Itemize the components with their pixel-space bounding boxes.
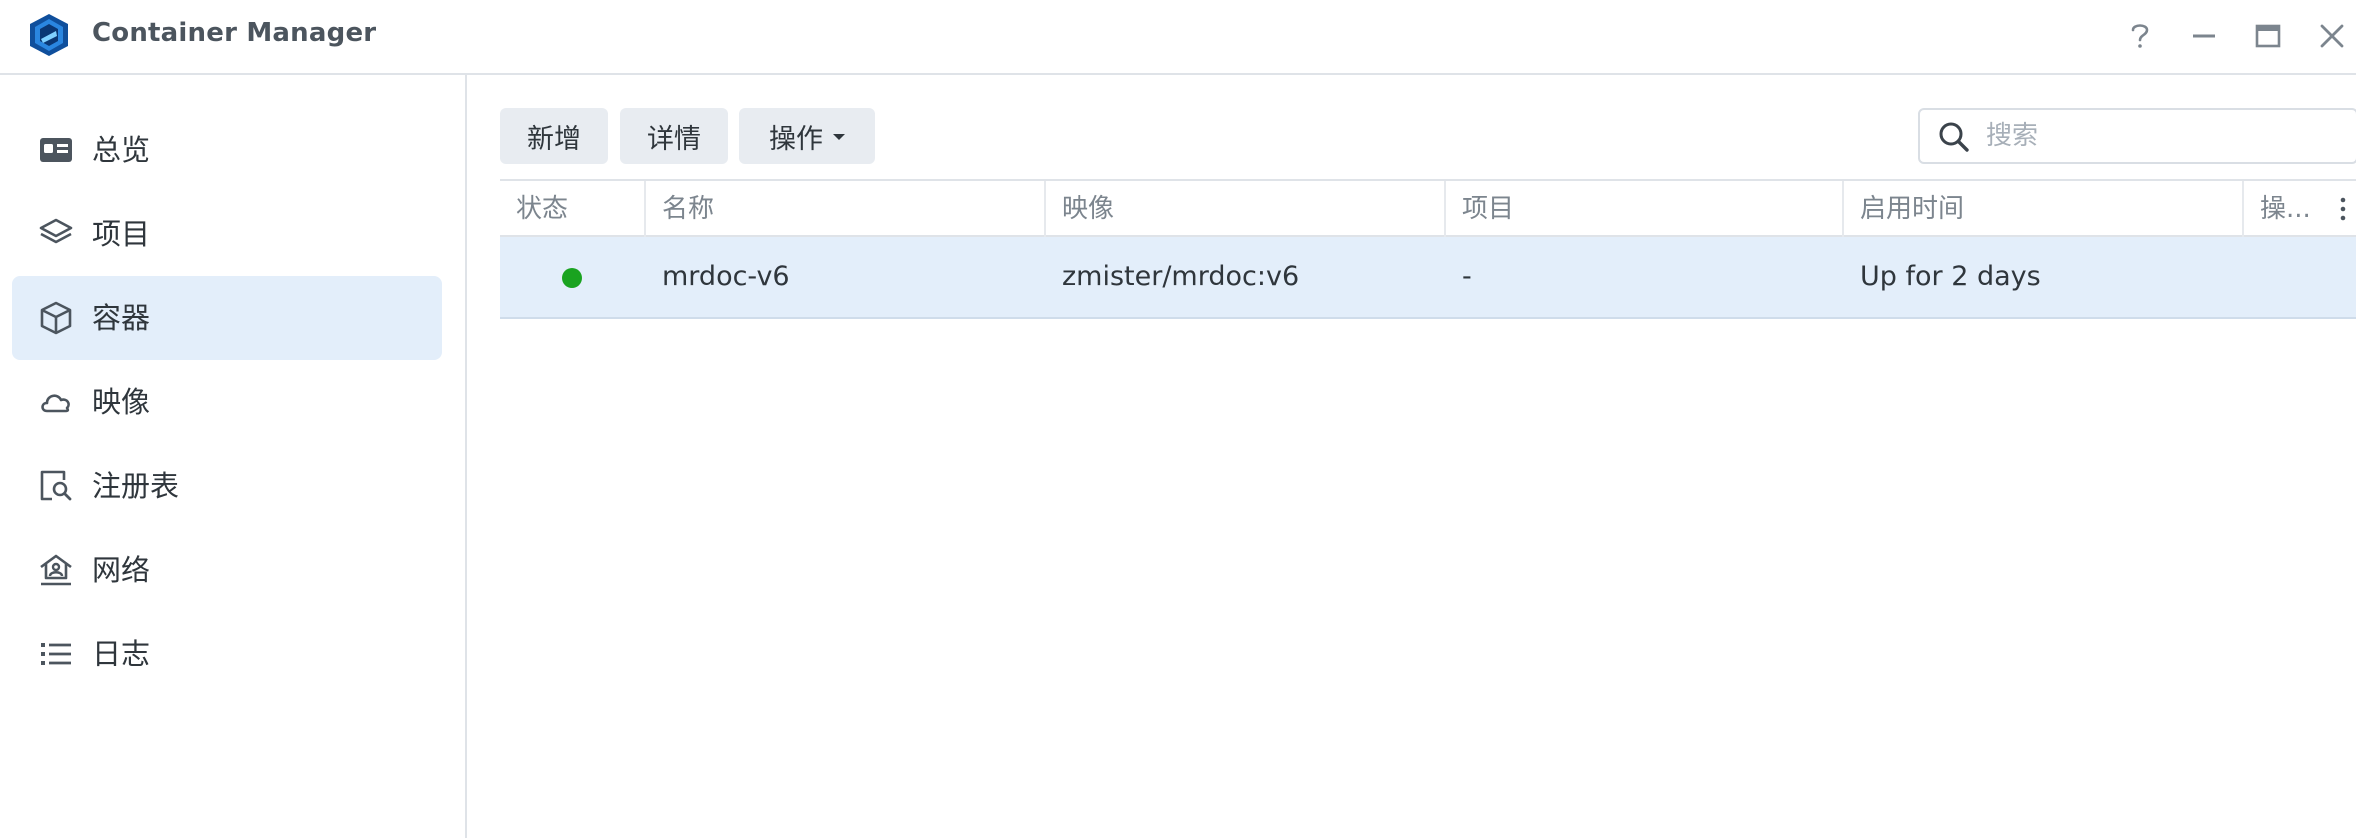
help-icon[interactable] [2120,16,2160,56]
sidebar-item-network[interactable]: 网络 [12,528,442,612]
sidebar-item-label: 日志 [92,637,151,671]
search-input[interactable] [1984,116,2344,156]
uptime-cell: Up for 2 days [1860,261,2041,292]
close-icon[interactable] [2312,16,2352,56]
image-cell: zmister/mrdoc:v6 [1062,261,1300,292]
sidebar-item-registry[interactable]: 注册表 [12,444,442,528]
app-title: Container Manager [92,18,377,48]
sidebar-item-containers[interactable]: 容器 [12,276,442,360]
project-cell: - [1462,261,1472,292]
caret-down-icon [833,134,845,140]
cloud-icon [38,384,74,420]
sidebar-item-label: 项目 [92,217,151,251]
column-header-project[interactable]: 项目 [1446,181,1842,237]
list-icon [38,636,74,672]
container-manager-logo-icon [26,12,72,58]
status-running-indicator [562,268,582,288]
column-menu-icon[interactable] [2330,181,2356,237]
sidebar-item-label: 映像 [92,385,151,419]
cube-icon [38,300,74,336]
sidebar-item-images[interactable]: 映像 [12,360,442,444]
maximize-icon[interactable] [2248,16,2288,56]
sidebar: 总览 项目 容器 映像 注册表 网络 日志 [0,75,467,838]
column-header-actions[interactable]: 操... [2244,181,2328,237]
main-panel: 新增 详情 操作 状态 名称 映像 项目 启用时间 操... [469,75,2356,838]
status-cell [500,237,644,317]
action-button-label: 操作 [769,123,823,155]
sidebar-item-label: 容器 [92,301,151,335]
overview-card-icon [38,132,74,168]
search-icon [1938,121,1970,153]
table-header: 状态 名称 映像 项目 启用时间 操... [500,179,2356,237]
minimize-icon[interactable] [2184,16,2224,56]
sidebar-item-logs[interactable]: 日志 [12,612,442,696]
details-button-label: 详情 [647,123,701,155]
sidebar-item-label: 网络 [92,553,151,587]
table-row[interactable]: mrdoc-v6 zmister/mrdoc:v6 - Up for 2 day… [500,237,2356,319]
sidebar-item-label: 总览 [92,133,151,167]
network-home-icon [38,552,74,588]
name-cell: mrdoc-v6 [662,261,790,292]
sidebar-item-overview[interactable]: 总览 [12,108,442,192]
search-box[interactable] [1918,108,2356,164]
registry-search-icon [38,468,74,504]
column-header-name[interactable]: 名称 [646,181,1044,237]
column-header-uptime[interactable]: 启用时间 [1844,181,2242,237]
layers-icon [38,216,74,252]
column-header-status[interactable]: 状态 [500,181,644,237]
actions-cell [2244,237,2356,317]
sidebar-item-projects[interactable]: 项目 [12,192,442,276]
sidebar-item-label: 注册表 [92,469,180,503]
add-button[interactable]: 新增 [500,108,608,164]
details-button[interactable]: 详情 [620,108,728,164]
action-dropdown-button[interactable]: 操作 [739,108,875,164]
title-bar: Container Manager [0,0,2356,75]
add-button-label: 新增 [527,123,581,155]
column-header-image[interactable]: 映像 [1046,181,1444,237]
